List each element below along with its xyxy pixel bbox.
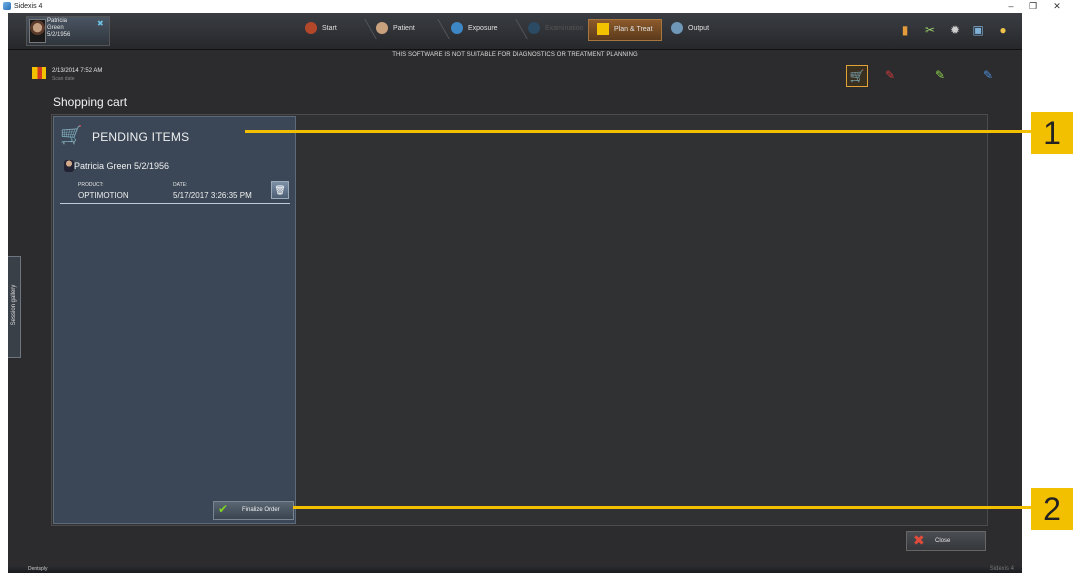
workflow-separator xyxy=(354,19,377,39)
trash-icon: 🗑 xyxy=(274,185,286,195)
maximize-button[interactable]: ❐ xyxy=(1022,1,1044,12)
plan-treat-icon xyxy=(597,23,609,36)
workflow-step-exposure[interactable]: Exposure xyxy=(451,19,498,39)
close-label: Close xyxy=(935,538,951,544)
help-icon[interactable]: ● xyxy=(996,23,1010,37)
cart-icon: 🛒 xyxy=(849,69,865,83)
shopping-cart-mode-button[interactable]: 🛒 xyxy=(846,65,868,87)
workflow-step-plan-treat[interactable]: Plan & Treat xyxy=(588,19,662,41)
callout-line-1 xyxy=(245,130,1031,133)
workflow-separator xyxy=(427,19,450,39)
patient-badge[interactable]: Patricia Green 5/2/1956 ✖ xyxy=(26,16,110,46)
date-value: 5/17/2017 3:26:35 PM xyxy=(173,191,252,200)
workflow-step-label: Start xyxy=(322,25,337,32)
workflow-step-start[interactable]: Start xyxy=(305,19,337,39)
workflow-step-label: Patient xyxy=(393,25,415,32)
implant-red-button[interactable]: ✎ xyxy=(880,65,900,85)
minimize-button[interactable]: – xyxy=(1000,1,1022,12)
patient-last-name: Green xyxy=(47,25,64,31)
product-label: Sidexis 4 xyxy=(989,566,1014,572)
patient-close-icon[interactable]: ✖ xyxy=(97,19,104,28)
page-title: Shopping cart xyxy=(53,95,128,109)
exposure-icon xyxy=(451,22,463,35)
pending-items-panel: 🛒 PENDING ITEMS Patricia Green 5/2/1956 … xyxy=(53,116,296,524)
patient-dob: 5/2/1956 xyxy=(47,32,71,38)
callout-1: 1 xyxy=(1031,112,1073,154)
divider xyxy=(60,203,290,204)
workflow-step-patient[interactable]: Patient xyxy=(376,19,415,39)
workflow-step-label: Plan & Treat xyxy=(614,26,653,33)
brand-label: Dentsply xyxy=(28,566,48,572)
session-gallery-label: Session gallery xyxy=(11,284,17,326)
monitor-icon[interactable]: ▣ xyxy=(971,23,985,37)
app-window: Patricia Green 5/2/1956 ✖ Start Patient … xyxy=(8,13,1022,573)
workflow-step-label: Output xyxy=(688,25,710,32)
product-value: OPTIMOTION xyxy=(78,191,129,200)
scan-date: 2/13/2014 7:52 AM xyxy=(52,68,103,74)
checkmark-icon: ✔ xyxy=(218,502,229,516)
workflow-step-label: Exposure xyxy=(468,25,498,32)
implant-blue-button[interactable]: ✎ xyxy=(978,65,998,85)
callout-2: 2 xyxy=(1031,488,1073,530)
workflow-separator xyxy=(505,19,528,39)
app-icon xyxy=(3,2,11,10)
session-gallery-tab[interactable]: Session gallery xyxy=(8,256,21,358)
close-icon: ✖ xyxy=(913,532,925,548)
start-icon xyxy=(305,22,317,35)
product-label: PRODUCT: xyxy=(78,182,104,188)
finalize-order-label: Finalize Order xyxy=(242,507,280,513)
close-button[interactable]: ✖ Close xyxy=(906,531,986,551)
remove-item-button[interactable]: 🗑 xyxy=(271,181,289,199)
workflow-step-examination[interactable]: Examination xyxy=(528,19,584,39)
implant-icon: ✎ xyxy=(982,68,994,82)
patient-icon xyxy=(376,22,388,35)
patient-photo xyxy=(29,19,46,43)
implant-icon: ✎ xyxy=(884,68,896,82)
window-close-button[interactable]: ✕ xyxy=(1046,1,1068,12)
shopping-cart-icon: 🛒 xyxy=(60,125,83,145)
settings-gear-icon[interactable]: ✹ xyxy=(948,23,962,37)
implant-icon: ✎ xyxy=(934,68,946,82)
output-icon xyxy=(671,22,683,35)
scan-icon xyxy=(32,67,46,79)
workflow-step-output[interactable]: Output xyxy=(671,19,709,39)
workflow-step-label: Examination xyxy=(545,25,584,32)
implant-green-button[interactable]: ✎ xyxy=(930,65,950,85)
patient-info: Patricia Green 5/2/1956 xyxy=(47,18,70,39)
exit-door-icon[interactable]: ▮ xyxy=(898,23,912,37)
callout-line-2 xyxy=(293,506,1031,509)
disclaimer-notice: THIS SOFTWARE IS NOT SUITABLE FOR DIAGNO… xyxy=(392,52,638,58)
finalize-order-button[interactable]: ✔ Finalize Order xyxy=(213,501,294,520)
patient-first-name: Patricia xyxy=(47,18,68,24)
date-label: DATE: xyxy=(173,182,188,188)
tools-icon[interactable]: ✂ xyxy=(923,23,937,37)
pending-items-heading: PENDING ITEMS xyxy=(92,130,190,144)
cart-item-patient: Patricia Green 5/2/1956 xyxy=(74,161,170,171)
patient-icon xyxy=(64,160,74,172)
scan-date-label: Scan date xyxy=(52,76,75,82)
status-bar: Dentsply Sidexis 4 xyxy=(8,566,1022,573)
window-titlebar: Sidexis 4 – ❐ ✕ xyxy=(0,0,1079,13)
examination-icon xyxy=(528,22,540,35)
workflow-bar: Patricia Green 5/2/1956 ✖ Start Patient … xyxy=(8,13,1022,50)
window-title: Sidexis 4 xyxy=(14,3,43,10)
